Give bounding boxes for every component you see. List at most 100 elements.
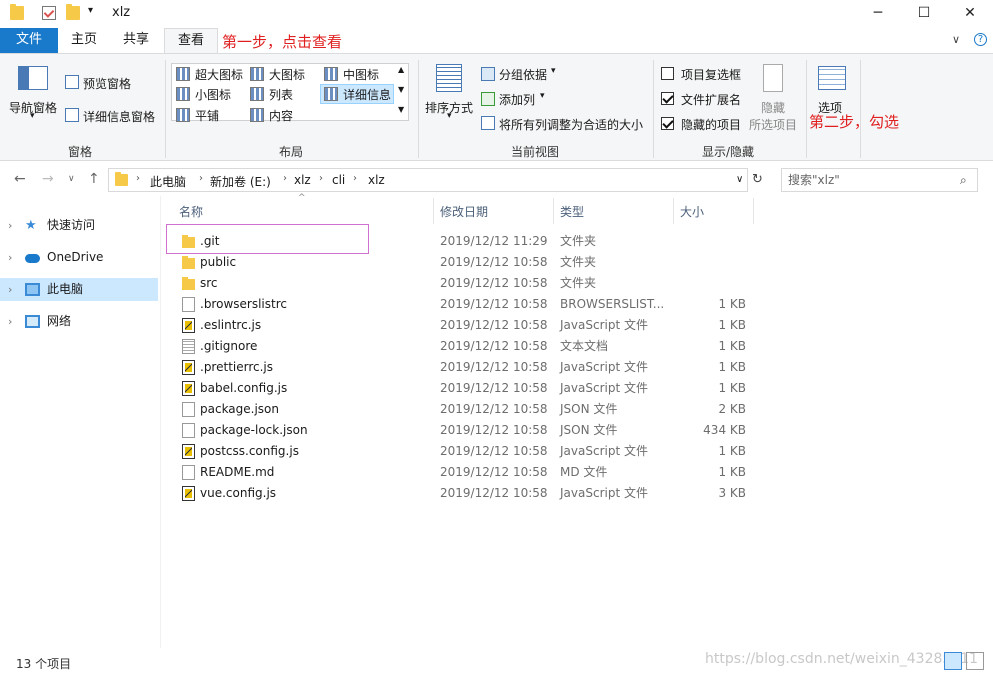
add-columns-button[interactable]: 添加列 [499, 91, 535, 108]
file-row[interactable]: .gitignore 2019/12/12 10:58 文本文档 1 KB [176, 336, 756, 357]
nav-this-pc[interactable]: › 此电脑 [0, 278, 158, 301]
chevron-right-icon[interactable]: › [8, 310, 12, 333]
chevron-right-icon[interactable]: › [8, 278, 12, 301]
file-date: 2019/12/12 10:58 [440, 444, 548, 458]
js-file-icon [182, 444, 195, 459]
layout-extra-large-icons[interactable]: 超大图标 [195, 66, 243, 83]
layout-tiles[interactable]: 平铺 [195, 107, 219, 124]
search-icon[interactable]: ⌕ [960, 173, 967, 188]
chevron-right-icon[interactable]: › [8, 246, 12, 269]
file-row[interactable]: .prettierrc.js 2019/12/12 10:58 JavaScript… [176, 357, 756, 378]
chevron-down-icon[interactable]: ▾ [551, 66, 556, 76]
file-row[interactable]: babel.config.js 2019/12/12 10:58 JavaScrip… [176, 378, 756, 399]
file-size: 2 KB [718, 402, 746, 416]
new-folder-icon[interactable] [66, 4, 80, 20]
file-row[interactable]: package-lock.json 2019/12/12 10:58 JSON 文件… [176, 420, 756, 441]
large-icons-view-button[interactable] [966, 652, 984, 670]
search-input[interactable]: 搜索"xlz" [781, 168, 978, 192]
file-type: BROWSERSLIST... [560, 297, 665, 311]
layout-content[interactable]: 内容 [269, 107, 293, 124]
column-header-name[interactable]: 名称 [179, 203, 203, 220]
large-icons-icon [250, 67, 264, 81]
hidden-items-checkbox[interactable] [661, 117, 674, 130]
file-extensions-checkbox[interactable] [661, 92, 674, 105]
maximize-button[interactable]: ☐ [901, 0, 947, 28]
column-header-size[interactable]: 大小 [680, 203, 704, 220]
file-name: .browserslistrc [200, 297, 287, 311]
file-row[interactable]: package.json 2019/12/12 10:58 JSON 文件 2 KB [176, 399, 756, 420]
file-row[interactable]: public 2019/12/12 10:58 文件夹 [176, 252, 756, 273]
chevron-right-icon[interactable]: › [8, 214, 12, 237]
layout-details[interactable]: 详细信息 [343, 86, 391, 103]
content-icon [250, 108, 264, 122]
file-date: 2019/12/12 10:58 [440, 276, 548, 290]
properties-icon[interactable] [42, 6, 56, 20]
file-size: 1 KB [718, 444, 746, 458]
breadcrumb-drive-e[interactable]: 新加卷 (E:) [210, 173, 271, 190]
collapse-ribbon-icon[interactable]: ∨ [952, 33, 960, 46]
layout-large-icons[interactable]: 大图标 [269, 66, 305, 83]
recent-locations-icon[interactable]: ∨ [68, 174, 75, 184]
preview-pane-button[interactable]: 预览窗格 [83, 75, 131, 92]
nav-onedrive[interactable]: › OneDrive [0, 246, 158, 269]
chevron-down-icon[interactable]: ▾ [447, 111, 452, 121]
address-dropdown-icon[interactable]: ∨ [736, 174, 743, 185]
group-by-icon [481, 67, 495, 81]
details-view-button[interactable] [944, 652, 962, 670]
window-title: xlz [112, 5, 131, 20]
address-bar[interactable]: › 此电脑 › 新加卷 (E:) › xlz › cli › xlz ∨ [108, 168, 748, 192]
nav-network[interactable]: › 网络 [0, 310, 158, 333]
chevron-down-icon[interactable]: ▾ [540, 91, 545, 101]
hide-selected-button[interactable]: 隐藏 [761, 99, 785, 116]
help-icon[interactable]: ? [974, 33, 987, 46]
breadcrumb-cli[interactable]: cli [332, 173, 345, 187]
column-divider[interactable] [753, 198, 754, 224]
file-row[interactable]: vue.config.js 2019/12/12 10:58 JavaScript … [176, 483, 756, 504]
item-checkboxes-checkbox[interactable] [661, 67, 674, 80]
file-row[interactable]: .browserslistrc 2019/12/12 10:58 BROWSERSL… [176, 294, 756, 315]
layout-list[interactable]: 列表 [269, 86, 293, 103]
size-all-columns-button[interactable]: 将所有列调整为合适的大小 [499, 116, 643, 133]
layout-more-icon[interactable]: ▼ [398, 105, 404, 114]
column-divider[interactable] [433, 198, 434, 224]
breadcrumb-this-pc[interactable]: 此电脑 [150, 173, 186, 190]
ribbon-tabs: 文件 主页 共享 查看 ∨ ? [0, 28, 993, 54]
file-date: 2019/12/12 10:58 [440, 360, 548, 374]
file-type: 文件夹 [560, 234, 597, 248]
breadcrumb-xlz-current[interactable]: xlz [368, 173, 385, 187]
tab-view[interactable]: 查看 [164, 28, 218, 54]
tab-share[interactable]: 共享 [110, 28, 162, 53]
scroll-down-icon[interactable]: ▼ [398, 85, 404, 94]
tab-file[interactable]: 文件 [0, 28, 58, 53]
nav-label: 快速访问 [47, 218, 96, 232]
close-button[interactable]: ✕ [947, 0, 993, 28]
details-pane-button[interactable]: 详细信息窗格 [83, 108, 155, 125]
column-header-type[interactable]: 类型 [560, 203, 584, 220]
column-header-date[interactable]: 修改日期 [440, 203, 488, 220]
column-divider[interactable] [673, 198, 674, 224]
file-size: 1 KB [718, 318, 746, 332]
file-row[interactable]: .eslintrc.js 2019/12/12 10:58 JavaScript 文… [176, 315, 756, 336]
scroll-up-icon[interactable]: ▲ [398, 65, 404, 74]
group-by-button[interactable]: 分组依据 [499, 66, 547, 83]
breadcrumb-separator: › [319, 173, 323, 184]
file-row[interactable]: README.md 2019/12/12 10:58 MD 文件 1 KB [176, 462, 756, 483]
file-row[interactable]: postcss.config.js 2019/12/12 10:58 JavaScr… [176, 441, 756, 462]
minimize-button[interactable]: ─ [855, 0, 901, 28]
up-arrow-icon[interactable]: ↑ [88, 171, 100, 187]
breadcrumb-xlz[interactable]: xlz [294, 173, 311, 187]
file-row[interactable]: src 2019/12/12 10:58 文件夹 [176, 273, 756, 294]
folder-icon [10, 4, 24, 20]
layout-small-icons[interactable]: 小图标 [195, 86, 231, 103]
chevron-down-icon[interactable]: ▾ [30, 111, 35, 121]
details-icon [324, 87, 338, 101]
forward-arrow-icon[interactable]: → [42, 171, 54, 187]
layout-medium-icons[interactable]: 中图标 [343, 66, 379, 83]
customize-qat-icon[interactable]: ▾ [88, 5, 93, 16]
tab-home[interactable]: 主页 [58, 28, 110, 53]
nav-quick-access[interactable]: › ★ 快速访问 [0, 214, 158, 237]
refresh-icon[interactable]: ↻ [752, 172, 763, 187]
back-arrow-icon[interactable]: ← [14, 171, 26, 187]
file-icon [182, 339, 195, 354]
column-divider[interactable] [553, 198, 554, 224]
